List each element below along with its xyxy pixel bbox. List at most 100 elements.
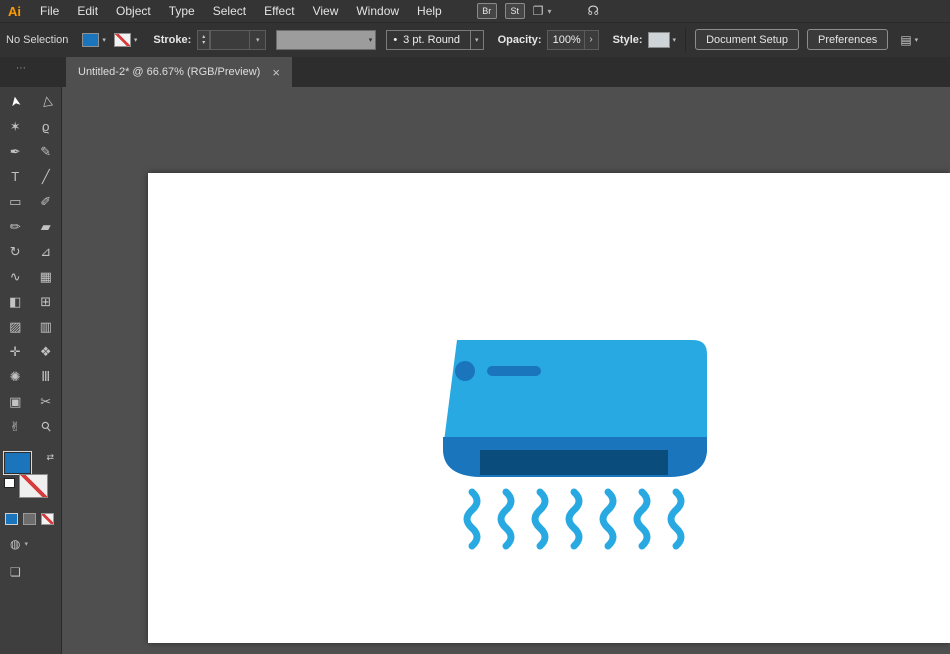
scale-tool[interactable]: ⊿ xyxy=(31,239,62,264)
stroke-label[interactable]: Stroke: xyxy=(153,34,191,46)
stepper-down-icon[interactable]: ▾ xyxy=(202,40,205,46)
rotate-tool[interactable]: ↻ xyxy=(0,239,31,264)
column-graph-tool[interactable]: Ⅲ xyxy=(31,364,62,389)
artboard[interactable] xyxy=(148,173,950,643)
stroke-weight-arrow[interactable]: ▾ xyxy=(250,29,267,50)
stroke-swatch[interactable] xyxy=(19,474,48,498)
menu-type[interactable]: Type xyxy=(160,1,204,22)
drawing-mode-icon[interactable]: ◍ xyxy=(10,537,20,551)
variable-width-profile-dropdown[interactable]: • 3 pt. Round ▾ xyxy=(386,29,484,50)
none-mode-button[interactable] xyxy=(41,513,54,525)
default-fill-stroke-icon[interactable] xyxy=(4,478,15,488)
swap-fill-stroke-icon[interactable]: ⇄ xyxy=(46,452,54,463)
color-mode-button[interactable] xyxy=(5,513,18,525)
drawing-mode-arrow-icon[interactable]: ▾ xyxy=(24,540,28,548)
blend-tool[interactable]: ❖ xyxy=(31,339,62,364)
menu-file[interactable]: File xyxy=(31,1,68,22)
rectangle-tool[interactable]: ▭ xyxy=(0,189,31,214)
style-label: Style: xyxy=(612,33,643,46)
stroke-weight-field[interactable] xyxy=(210,29,251,50)
stroke-color-swatch[interactable] xyxy=(113,32,131,47)
divider xyxy=(685,27,687,52)
air-conditioner-artwork[interactable] xyxy=(443,340,707,552)
close-tab-icon[interactable]: × xyxy=(272,66,280,79)
stroke-weight-arrow-icon[interactable]: ▾ xyxy=(256,36,260,44)
opacity-label[interactable]: Opacity: xyxy=(498,34,542,46)
line-segment-tool[interactable]: ╱ xyxy=(31,164,62,189)
document-tab-title: Untitled-2* @ 66.67% (RGB/Preview) xyxy=(78,66,261,78)
fill-color-combo[interactable]: ▾ xyxy=(82,32,106,47)
control-bar: No Selection ▾ ▾ Stroke: ▴ ▾ ▾ ▾ • 3 pt.… xyxy=(0,22,950,58)
preferences-button[interactable]: Preferences xyxy=(807,29,889,50)
mesh-tool[interactable]: ▨ xyxy=(0,314,31,339)
workspace-switcher-icon[interactable]: ❐ xyxy=(533,4,544,18)
profile-label: 3 pt. Round xyxy=(403,33,461,46)
fill-swatch[interactable] xyxy=(3,451,32,475)
ac-vent xyxy=(480,450,668,475)
brush-arrow-icon[interactable]: ▾ xyxy=(369,36,373,44)
fill-color-swatch[interactable] xyxy=(82,32,100,47)
menu-object[interactable]: Object xyxy=(107,1,160,22)
document-tab-bar: ⋯ Untitled-2* @ 66.67% (RGB/Preview) × xyxy=(0,57,950,87)
canvas[interactable] xyxy=(62,87,950,654)
opacity-chevron-icon: › xyxy=(589,34,593,45)
menu-edit[interactable]: Edit xyxy=(68,1,107,22)
ac-display-bar xyxy=(487,366,541,376)
artboard-tool[interactable]: ▣ xyxy=(0,389,31,414)
menu-window[interactable]: Window xyxy=(347,1,408,22)
stroke-arrow-icon[interactable]: ▾ xyxy=(134,36,138,44)
symbol-sprayer-tool[interactable]: ✺ xyxy=(0,364,31,389)
workspace-arrow-icon[interactable]: ▾ xyxy=(548,7,552,16)
width-tool[interactable]: ∿ xyxy=(0,264,31,289)
curvature-tool[interactable]: ✎ xyxy=(31,139,62,164)
screen-mode-icon[interactable]: ❏ xyxy=(10,565,21,579)
menu-select[interactable]: Select xyxy=(204,1,255,22)
fill-arrow-icon[interactable]: ▾ xyxy=(102,36,106,44)
arrange-panel-arrow-icon[interactable]: ▾ xyxy=(915,36,919,44)
direct-selection-tool[interactable]: ▷ xyxy=(31,84,61,118)
tools-grid: ➤ ▷ ✶ ϱ ✒ ✎ T ╱ ▭ ✐ ✏ ▰ ↻ ⊿ ∿ ▦ ◧ ⊞ ▨ ▥ … xyxy=(0,87,61,439)
drawing-mode-row: ◍ ▾ xyxy=(0,525,61,551)
share-icon[interactable]: ☊ xyxy=(588,3,600,19)
opacity-field[interactable]: 100% xyxy=(546,29,585,50)
tools-panel: ➤ ▷ ✶ ϱ ✒ ✎ T ╱ ▭ ✐ ✏ ▰ ↻ ⊿ ∿ ▦ ◧ ⊞ ▨ ▥ … xyxy=(0,87,62,654)
toolbar-grip-icon[interactable]: ⋯ xyxy=(16,63,28,74)
eyedropper-tool[interactable]: ✛ xyxy=(0,339,31,364)
free-transform-tool[interactable]: ▦ xyxy=(31,264,62,289)
screen-mode-row: ❏ xyxy=(0,551,61,579)
style-swatch[interactable] xyxy=(647,31,670,48)
perspective-grid-tool[interactable]: ⊞ xyxy=(31,289,62,314)
menu-view[interactable]: View xyxy=(304,1,348,22)
opacity-value: 100% xyxy=(552,33,581,46)
gradient-tool[interactable]: ▥ xyxy=(31,314,62,339)
arrange-panel-combo[interactable]: ▤ ▾ xyxy=(900,33,918,47)
profile-arrow-icon[interactable]: ▾ xyxy=(475,36,479,44)
gradient-mode-button[interactable] xyxy=(23,513,36,525)
type-tool[interactable]: T xyxy=(0,164,31,189)
document-tab[interactable]: Untitled-2* @ 66.67% (RGB/Preview) × xyxy=(66,57,292,87)
brush-definition-dropdown[interactable]: ▾ xyxy=(276,29,377,50)
eraser-tool[interactable]: ▰ xyxy=(31,214,62,239)
style-arrow-icon[interactable]: ▾ xyxy=(673,36,677,44)
menu-effect[interactable]: Effect xyxy=(255,1,303,22)
stroke-color-combo[interactable]: ▾ xyxy=(113,32,138,47)
illustrator-logo: Ai xyxy=(8,3,21,19)
bridge-icon[interactable]: Br xyxy=(476,3,497,19)
air-flow-lines xyxy=(463,488,685,550)
paintbrush-tool[interactable]: ✐ xyxy=(31,189,62,214)
pen-tool[interactable]: ✒ xyxy=(0,139,31,164)
stroke-weight-stepper[interactable]: ▴ ▾ xyxy=(197,29,211,50)
selection-tool[interactable]: ➤ xyxy=(0,84,30,118)
lasso-tool[interactable]: ϱ xyxy=(31,114,62,139)
arrange-panel-icon[interactable]: ▤ xyxy=(900,33,911,47)
document-setup-button[interactable]: Document Setup xyxy=(695,29,799,50)
ac-indicator-light xyxy=(455,361,475,381)
shaper-tool[interactable]: ✏ xyxy=(0,214,31,239)
style-combo[interactable]: ▾ xyxy=(647,31,677,48)
profile-bullet-icon: • xyxy=(393,33,398,46)
stock-icon[interactable]: St xyxy=(504,3,525,19)
selection-status: No Selection xyxy=(6,33,69,46)
shape-builder-tool[interactable]: ◧ xyxy=(0,289,31,314)
menu-help[interactable]: Help xyxy=(408,1,451,22)
opacity-dropdown-button[interactable]: › xyxy=(584,29,599,50)
